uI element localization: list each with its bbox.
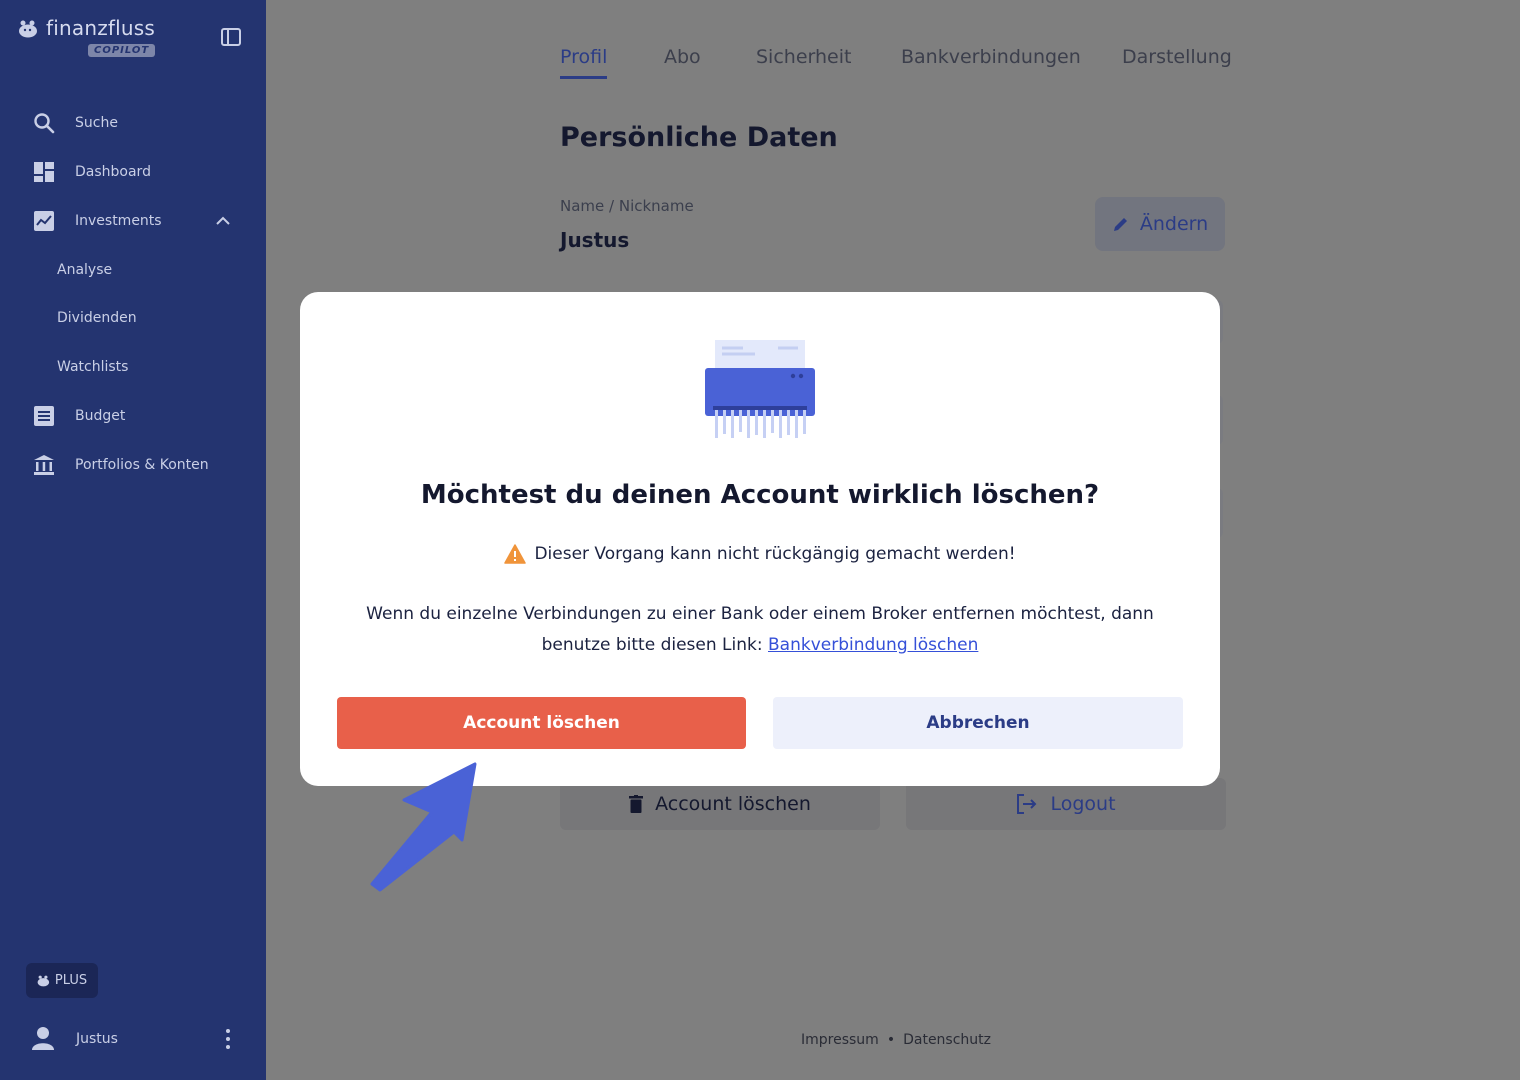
hippo-icon	[37, 975, 49, 986]
logout-icon	[1017, 794, 1037, 814]
pointer-arrow-icon	[370, 762, 477, 892]
brand-logo[interactable]: finanzfluss COPILOT	[18, 14, 158, 64]
user-name: Justus	[76, 1031, 118, 1047]
plus-badge[interactable]: PLUS	[26, 963, 98, 998]
sidebar-item-label: Dividenden	[57, 310, 137, 326]
logout-label: Logout	[1050, 793, 1116, 815]
delete-account-label: Account löschen	[655, 793, 811, 815]
warning-icon	[504, 544, 527, 564]
chevron-up-icon[interactable]	[214, 212, 232, 230]
pencil-icon	[1113, 218, 1127, 231]
footer-separator: •	[886, 1032, 896, 1048]
active-tab-indicator	[560, 76, 607, 79]
brand-badge: COPILOT	[88, 44, 156, 57]
delete-bank-connection-link[interactable]: Bankverbindung löschen	[768, 635, 978, 655]
hippo-logo-icon	[19, 20, 37, 38]
tab-darstellung[interactable]: Darstellung	[1122, 46, 1232, 68]
sidebar-item-dividenden[interactable]: Dividenden	[0, 298, 266, 338]
tab-profil[interactable]: Profil	[560, 46, 607, 68]
avatar-icon	[32, 1027, 54, 1050]
sidebar-item-budget[interactable]: Budget	[0, 396, 266, 436]
sidebar-toggle-icon[interactable]	[220, 26, 242, 48]
tab-abo[interactable]: Abo	[664, 46, 701, 68]
datenschutz-link[interactable]: Datenschutz	[903, 1032, 991, 1048]
dialog-body: Wenn du einzelne Verbindungen zu einer B…	[340, 599, 1180, 661]
sidebar-item-label: Portfolios & Konten	[75, 457, 209, 473]
sidebar-item-investments[interactable]: Investments	[0, 201, 266, 241]
sidebar-item-portfolios[interactable]: Portfolios & Konten	[0, 445, 266, 485]
dialog-text-line1: Wenn du einzelne Verbindungen zu einer B…	[366, 604, 1154, 624]
dialog-text-line2: benutze bitte diesen Link:	[541, 635, 763, 655]
footer: Impressum • Datenschutz	[801, 1032, 991, 1048]
shredder-illustration	[705, 340, 815, 438]
sidebar-item-label: Budget	[75, 408, 126, 424]
impressum-link[interactable]: Impressum	[801, 1032, 879, 1048]
warning-message: Dieser Vorgang kann nicht rückgängig gem…	[300, 544, 1220, 564]
sidebar-item-label: Suche	[75, 115, 118, 131]
sidebar-item-label: Watchlists	[57, 359, 129, 375]
tab-sicherheit[interactable]: Sicherheit	[756, 46, 851, 68]
name-value: Justus	[560, 228, 630, 252]
dashboard-icon	[34, 162, 54, 182]
brand-name: finanzfluss	[46, 16, 156, 40]
warning-text: Dieser Vorgang kann nicht rückgängig gem…	[534, 544, 1016, 564]
plus-label: PLUS	[54, 973, 88, 988]
sidebar-item-analyse[interactable]: Analyse	[0, 250, 266, 290]
list-icon	[34, 406, 54, 426]
sidebar-item-suche[interactable]: Suche	[0, 103, 266, 143]
cancel-button[interactable]: Abbrechen	[773, 697, 1183, 749]
confirm-delete-button[interactable]: Account löschen	[337, 697, 746, 749]
sidebar-item-dashboard[interactable]: Dashboard	[0, 152, 266, 192]
edit-button-label: Ändern	[1139, 213, 1209, 235]
delete-account-dialog: Möchtest du deinen Account wirklich lösc…	[300, 292, 1220, 786]
user-menu[interactable]: Justus	[0, 1020, 266, 1060]
page-title: Persönliche Daten	[560, 122, 838, 153]
sidebar: finanzfluss COPILOT Suche Dashboard Inve…	[0, 0, 266, 1080]
sidebar-item-watchlists[interactable]: Watchlists	[0, 347, 266, 387]
sidebar-item-label: Analyse	[57, 262, 113, 278]
edit-name-button[interactable]: Ändern	[1095, 197, 1225, 251]
name-label: Name / Nickname	[560, 197, 694, 215]
dialog-title: Möchtest du deinen Account wirklich lösc…	[420, 480, 1100, 510]
trash-icon	[629, 795, 644, 813]
tab-bankverbindungen[interactable]: Bankverbindungen	[901, 46, 1081, 68]
more-vertical-icon[interactable]	[222, 1028, 234, 1050]
chart-icon	[34, 211, 54, 231]
sidebar-item-label: Investments	[75, 213, 162, 229]
sidebar-item-label: Dashboard	[75, 164, 151, 180]
search-icon	[34, 113, 55, 134]
bank-icon	[34, 455, 54, 475]
